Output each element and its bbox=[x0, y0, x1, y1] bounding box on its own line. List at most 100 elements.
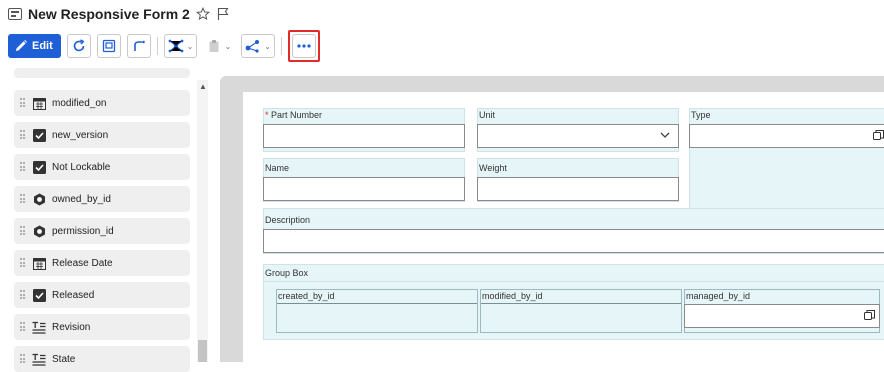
drag-handle-icon[interactable] bbox=[20, 226, 26, 236]
calendar-icon bbox=[32, 256, 46, 270]
calendar-icon bbox=[32, 96, 46, 110]
page-title: New Responsive Form 2 bbox=[28, 6, 190, 22]
property-item[interactable]: Not Lockable bbox=[14, 154, 190, 180]
chevron-down-icon: ⌄ bbox=[186, 41, 194, 51]
more-actions-button[interactable] bbox=[291, 34, 316, 58]
checkbox-icon bbox=[32, 288, 46, 302]
drag-handle-icon[interactable] bbox=[20, 322, 26, 332]
toolbar: Edit ⌄ ⌄ ⌄ bbox=[8, 30, 320, 62]
divider bbox=[481, 303, 681, 304]
divider bbox=[277, 303, 477, 304]
field-label: Name bbox=[265, 163, 290, 173]
list-icon bbox=[32, 352, 46, 366]
save-icon bbox=[102, 39, 115, 53]
scrollbar-thumb[interactable] bbox=[198, 340, 207, 362]
share-button[interactable]: ⌄ bbox=[241, 34, 275, 58]
drag-handle-icon[interactable] bbox=[20, 162, 26, 172]
more-actions-highlight bbox=[287, 30, 320, 62]
properties-panel: modified_on new_version Not Lockable own… bbox=[0, 68, 210, 372]
field-label: modified_by_id bbox=[482, 291, 543, 301]
form-icon bbox=[8, 7, 22, 21]
property-item[interactable]: Release Date bbox=[14, 250, 190, 276]
copy-icon[interactable] bbox=[873, 130, 884, 141]
copy-icon[interactable] bbox=[864, 310, 875, 321]
description-input[interactable] bbox=[263, 229, 884, 253]
group-box[interactable]: Group Box created_by_id modified_by_id m… bbox=[263, 264, 884, 340]
more-icon bbox=[297, 44, 311, 48]
type-input[interactable] bbox=[689, 124, 884, 148]
structure-icon bbox=[168, 39, 184, 53]
scroll-up-icon[interactable]: ▲ bbox=[199, 82, 207, 91]
weight-input[interactable] bbox=[477, 177, 679, 201]
name-field[interactable]: Name bbox=[263, 158, 465, 202]
refresh-button[interactable] bbox=[66, 34, 91, 58]
field-label: Type bbox=[691, 110, 711, 120]
created-by-field[interactable]: created_by_id bbox=[276, 289, 478, 333]
unit-field[interactable]: Unit bbox=[477, 108, 679, 152]
checkbox-icon bbox=[32, 160, 46, 174]
property-label: State bbox=[52, 353, 76, 365]
field-label: Unit bbox=[479, 110, 496, 120]
chevron-down-icon bbox=[660, 132, 670, 138]
toolbar-divider bbox=[156, 37, 158, 55]
part-number-input[interactable] bbox=[263, 124, 465, 148]
property-item[interactable]: new_version bbox=[14, 122, 190, 148]
field-label: managed_by_id bbox=[686, 291, 751, 301]
star-icon[interactable] bbox=[195, 7, 210, 21]
drag-handle-icon[interactable] bbox=[20, 130, 26, 140]
structure-button[interactable]: ⌄ bbox=[163, 34, 198, 58]
property-label: permission_id bbox=[52, 225, 114, 237]
property-item[interactable]: modified_on bbox=[14, 90, 190, 116]
item-icon bbox=[32, 224, 46, 238]
property-item[interactable]: State bbox=[14, 346, 190, 372]
scrollbar[interactable] bbox=[197, 80, 208, 362]
field-label: created_by_id bbox=[278, 291, 335, 301]
pencil-icon bbox=[16, 40, 27, 51]
required-marker: * bbox=[265, 110, 269, 120]
save-as-button[interactable] bbox=[96, 34, 121, 58]
title-bar: New Responsive Form 2 bbox=[8, 3, 230, 25]
drag-handle-icon[interactable] bbox=[20, 258, 26, 268]
edit-button-label: Edit bbox=[32, 40, 53, 52]
name-input[interactable] bbox=[263, 177, 465, 201]
clipboard-icon bbox=[209, 40, 219, 52]
toolbar-divider bbox=[280, 37, 282, 55]
item-icon bbox=[32, 192, 46, 206]
share-icon bbox=[245, 40, 260, 53]
field-label: Weight bbox=[479, 163, 507, 173]
property-label: new_version bbox=[52, 129, 109, 141]
edit-button[interactable]: Edit bbox=[8, 34, 61, 58]
property-item[interactable]: Revision bbox=[14, 314, 190, 340]
field-label: Part Number bbox=[271, 110, 323, 120]
property-label: Not Lockable bbox=[52, 161, 111, 173]
unit-select[interactable] bbox=[477, 124, 679, 148]
property-label: Released bbox=[52, 289, 95, 301]
property-label: Release Date bbox=[52, 257, 113, 269]
weight-field[interactable]: Weight bbox=[477, 158, 679, 202]
undo-icon bbox=[133, 40, 145, 51]
undo-button[interactable] bbox=[126, 34, 151, 58]
property-label: modified_on bbox=[52, 97, 107, 109]
list-item[interactable] bbox=[14, 68, 190, 78]
part-number-field[interactable]: * Part Number bbox=[263, 108, 465, 152]
truncated-field bbox=[263, 354, 303, 362]
flag-icon[interactable] bbox=[216, 7, 230, 21]
property-item[interactable]: permission_id bbox=[14, 218, 190, 244]
drag-handle-icon[interactable] bbox=[20, 194, 26, 204]
clipboard-button[interactable]: ⌄ bbox=[203, 34, 236, 58]
drag-handle-icon[interactable] bbox=[20, 354, 26, 364]
managed-by-input[interactable] bbox=[684, 304, 880, 328]
property-label: owned_by_id bbox=[52, 193, 111, 205]
chevron-down-icon: ⌄ bbox=[264, 41, 271, 51]
type-field[interactable]: Type bbox=[689, 108, 884, 214]
description-field[interactable]: Description bbox=[263, 208, 884, 254]
modified-by-field[interactable]: modified_by_id bbox=[480, 289, 682, 333]
drag-handle-icon[interactable] bbox=[20, 290, 26, 300]
group-box-label: Group Box bbox=[265, 268, 309, 278]
managed-by-field[interactable]: managed_by_id bbox=[684, 289, 880, 333]
property-item[interactable]: owned_by_id bbox=[14, 186, 190, 212]
property-item[interactable]: Released bbox=[14, 282, 190, 308]
field-label: Description bbox=[265, 215, 311, 225]
drag-handle-icon[interactable] bbox=[20, 98, 26, 108]
refresh-icon bbox=[73, 39, 85, 52]
